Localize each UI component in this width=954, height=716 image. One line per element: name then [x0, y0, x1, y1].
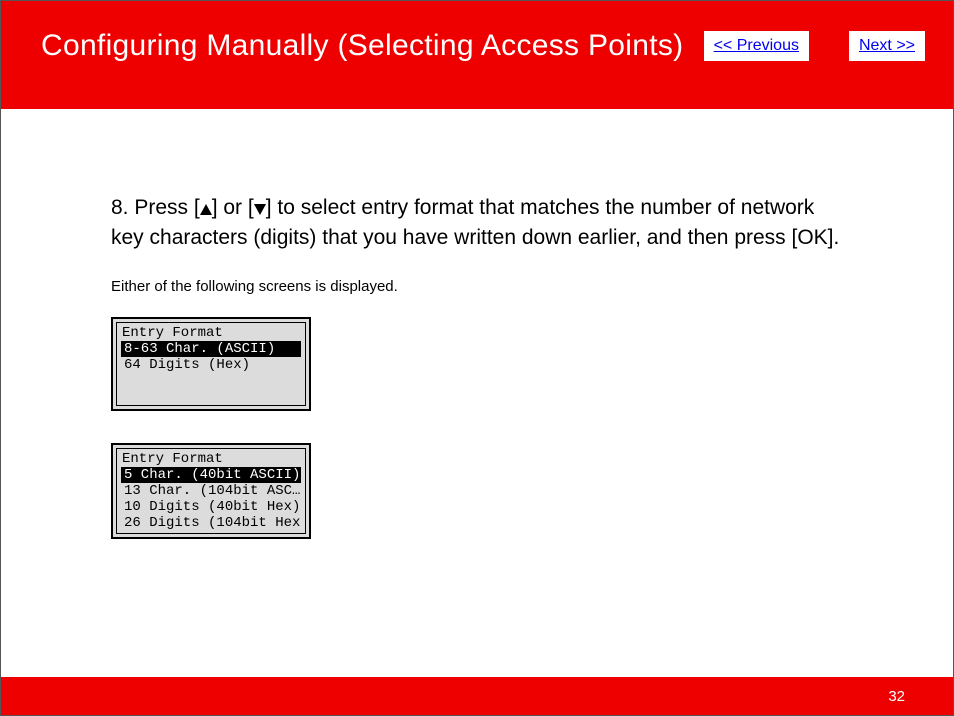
lcd-screens-container: Entry Format 8-63 Char. (ASCII) 64 Digit…: [111, 317, 851, 539]
lcd-title: Entry Format: [120, 325, 302, 341]
page-root: Configuring Manually (Selecting Access P…: [0, 0, 954, 716]
lcd-option: 64 Digits (Hex): [120, 357, 302, 373]
previous-button[interactable]: << Previous: [704, 31, 809, 61]
lcd-inner: Entry Format 8-63 Char. (ASCII) 64 Digit…: [116, 322, 306, 406]
up-arrow-icon: [200, 204, 212, 215]
lcd-screen-1: Entry Format 8-63 Char. (ASCII) 64 Digit…: [111, 317, 311, 411]
step-number: 8.: [111, 196, 129, 219]
lcd-option-selected: 8-63 Char. (ASCII): [121, 341, 301, 357]
next-button[interactable]: Next >>: [849, 31, 925, 61]
lcd-option: 13 Char. (104bit ASC…: [120, 483, 302, 499]
lcd-inner: Entry Format 5 Char. (40bit ASCII) 13 Ch…: [116, 448, 306, 534]
lcd-screen-2: Entry Format 5 Char. (40bit ASCII) 13 Ch…: [111, 443, 311, 539]
page-number: 32: [888, 688, 905, 705]
note-text: Either of the following screens is displ…: [111, 278, 851, 295]
header-bar: Configuring Manually (Selecting Access P…: [1, 1, 953, 109]
lcd-option: 26 Digits (104bit Hex): [120, 515, 302, 531]
footer-bar: 32: [1, 677, 953, 715]
step-text-part1: Press [: [129, 196, 200, 219]
lcd-option: 10 Digits (40bit Hex): [120, 499, 302, 515]
nav-buttons: << Previous Next >>: [704, 31, 925, 61]
lcd-option-selected: 5 Char. (40bit ASCII): [121, 467, 301, 483]
down-arrow-icon: [254, 204, 266, 215]
page-title: Configuring Manually (Selecting Access P…: [41, 29, 683, 63]
content-area: 8. Press [] or [] to select entry format…: [111, 193, 851, 571]
step-instruction: 8. Press [] or [] to select entry format…: [111, 193, 851, 254]
step-text-mid1: ] or [: [212, 196, 254, 219]
lcd-title: Entry Format: [120, 451, 302, 467]
